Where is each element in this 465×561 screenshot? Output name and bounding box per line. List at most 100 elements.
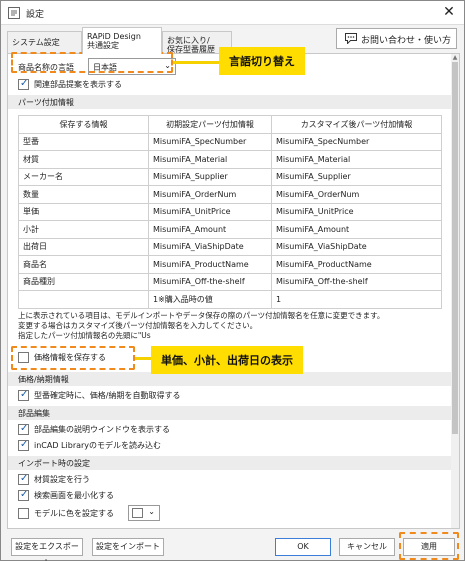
price-callout: 単価、小計、出荷日の表示 — [151, 346, 303, 374]
ok-button[interactable]: OK — [275, 538, 331, 556]
default-attribute-cell: MisumiFA_ViaShipDate — [148, 237, 272, 256]
window-title: 設定 — [26, 10, 45, 20]
default-attribute-cell: 1※購入品時の値 — [148, 290, 272, 309]
custom-attribute-cell[interactable]: 1 — [271, 290, 442, 309]
note-line: 指定したパーツ付加情報名の先頭に"Us — [18, 331, 151, 340]
info-name-cell: メーカー名 — [18, 167, 149, 186]
tab-label: RAPiD Design 共通設定 — [87, 32, 141, 50]
default-attribute-cell: MisumiFA_Material — [148, 150, 272, 169]
table-row: 商品名 MisumiFA_ProductName MisumiFA_ProductN… — [18, 255, 442, 274]
auto-fetch-label: 型番確定時に、価格/納期を自動取得する — [34, 391, 181, 400]
default-attribute-cell: MisumiFA_Supplier — [148, 167, 272, 186]
default-attribute-cell: MisumiFA_Amount — [148, 220, 272, 239]
table-header-row: 保存する情報 初期設定パーツ付加情報 カスタマイズ後パーツ付加情報 — [18, 115, 442, 134]
section-title: インポート時の設定 — [18, 459, 90, 468]
table-row: メーカー名 MisumiFA_Supplier MisumiFA_Supplier — [18, 167, 442, 186]
scroll-up-icon[interactable]: ▲ — [451, 54, 459, 62]
custom-attribute-cell[interactable]: MisumiFA_ProductName — [271, 255, 442, 274]
tab-system-settings[interactable]: システム設定 — [7, 31, 82, 53]
import-section-header: インポート時の設定 — [8, 456, 451, 470]
custom-attribute-cell[interactable]: MisumiFA_Material — [271, 150, 442, 169]
chevron-down-icon: ⌄ — [148, 507, 155, 516]
info-name-cell: 材質 — [18, 150, 149, 169]
custom-attribute-cell[interactable]: MisumiFA_ViaShipDate — [271, 237, 442, 256]
settings-app-icon — [8, 7, 20, 19]
export-settings-button[interactable]: 設定をエクスポート — [11, 538, 83, 561]
table-row: 材質 MisumiFA_Material MisumiFA_Material — [18, 150, 442, 169]
table-row: 出荷日 MisumiFA_ViaShipDate MisumiFA_ViaShipD… — [18, 237, 442, 256]
tab-label: システム設定 — [12, 38, 60, 47]
import-settings-button[interactable]: 設定をインポート — [92, 538, 164, 556]
tab-label: お気に入り/ 保存型番履歴 — [167, 36, 215, 54]
section-title: 部品編集 — [18, 409, 50, 418]
default-attribute-cell: MisumiFA_SpecNumber — [148, 132, 272, 151]
apply-button[interactable]: 適用 — [403, 538, 455, 556]
note-line: 変更する場合はカスタマイズ後パーツ付加情報名を入力してください。 — [18, 321, 258, 330]
language-highlight — [11, 52, 173, 73]
price-section-header: 価格/納期情報 — [8, 372, 451, 386]
show-related-checkbox[interactable] — [18, 78, 29, 90]
title-bar: 設定 ✕ — [1, 1, 464, 25]
info-name-cell: 単価 — [18, 202, 149, 221]
show-help-checkbox[interactable] — [18, 423, 29, 435]
info-name-cell: 小計 — [18, 220, 149, 239]
custom-attribute-cell[interactable]: MisumiFA_OrderNum — [271, 185, 442, 204]
support-button-label: お問い合わせ・使い方 — [361, 36, 452, 46]
info-name-cell — [18, 290, 149, 309]
close-icon[interactable]: ✕ — [440, 4, 458, 22]
scrollbar-thumb[interactable] — [452, 62, 458, 434]
color-swatch — [132, 508, 143, 518]
minimize-search-checkbox[interactable] — [18, 489, 29, 501]
language-callout: 言語切り替え — [219, 47, 305, 75]
table-row: 単価 MisumiFA_UnitPrice MisumiFA_UnitPrice — [18, 202, 442, 221]
table-row: 型番 MisumiFA_SpecNumber MisumiFA_SpecNumber — [18, 132, 442, 151]
info-name-cell: 型番 — [18, 132, 149, 151]
parts-section-header: パーツ付加情報 — [8, 95, 451, 109]
table-row: 数量 MisumiFA_OrderNum MisumiFA_OrderNum — [18, 185, 442, 204]
show-related-label: 関連部品提案を表示する — [34, 80, 122, 89]
chat-icon — [345, 33, 357, 47]
table-row: 商品種別 MisumiFA_Off-the-shelf MisumiFA_Off-t… — [18, 272, 442, 291]
table-row: 小計 MisumiFA_Amount MisumiFA_Amount — [18, 220, 442, 239]
settings-window: 設定 ✕ システム設定 RAPiD Design 共通設定 お気に入り/ 保存型… — [0, 0, 465, 561]
default-attribute-cell: MisumiFA_UnitPrice — [148, 202, 272, 221]
info-name-cell: 商品種別 — [18, 272, 149, 291]
custom-attribute-cell[interactable]: MisumiFA_UnitPrice — [271, 202, 442, 221]
column-header: 保存する情報 — [18, 115, 149, 134]
column-header: 初期設定パーツ付加情報 — [148, 115, 272, 134]
model-color-checkbox[interactable] — [18, 508, 29, 519]
support-button[interactable]: お問い合わせ・使い方 — [336, 28, 457, 49]
model-color-label: モデルに色を設定する — [34, 509, 114, 518]
note-line: 上に表示されている項目は、モデルインポートやデータ保存の際のパーツ付加情報名を任… — [18, 311, 385, 320]
default-attribute-cell: MisumiFA_Off-the-shelf — [148, 272, 272, 291]
attribute-table: 保存する情報 初期設定パーツ付加情報 カスタマイズ後パーツ付加情報 型番 Misu… — [18, 115, 442, 309]
custom-attribute-cell[interactable]: MisumiFA_SpecNumber — [271, 132, 442, 151]
custom-attribute-cell[interactable]: MisumiFA_Supplier — [271, 167, 442, 186]
material-setting-checkbox[interactable] — [18, 473, 29, 485]
settings-panel: 商品名称の言語 日本語 ⌄ 関連部品提案を表示する パーツ付加情報 保存する情報… — [7, 53, 460, 529]
section-title: 価格/納期情報 — [18, 375, 69, 384]
default-attribute-cell: MisumiFA_ProductName — [148, 255, 272, 274]
material-setting-label: 材質設定を行う — [34, 475, 90, 484]
edit-section-header: 部品編集 — [8, 406, 451, 420]
section-title: パーツ付加情報 — [18, 98, 74, 107]
vertical-scrollbar[interactable]: ▲ — [451, 54, 459, 528]
show-help-label: 部品編集の説明ウインドウを表示する — [34, 425, 170, 434]
info-name-cell: 数量 — [18, 185, 149, 204]
language-connector — [173, 61, 223, 64]
minimize-search-label: 検索画面を最小化する — [34, 491, 114, 500]
info-name-cell: 出荷日 — [18, 237, 149, 256]
load-incad-checkbox[interactable] — [18, 439, 29, 451]
auto-fetch-checkbox[interactable] — [18, 389, 29, 401]
load-incad-label: inCAD Libraryのモデルを読み込む — [34, 441, 162, 450]
table-row: 1※購入品時の値 1 — [18, 290, 442, 309]
custom-attribute-cell[interactable]: MisumiFA_Amount — [271, 220, 442, 239]
default-attribute-cell: MisumiFA_OrderNum — [148, 185, 272, 204]
price-highlight — [11, 346, 135, 370]
color-select[interactable]: ⌄ — [128, 505, 160, 521]
cancel-button[interactable]: キャンセル — [339, 538, 395, 556]
info-name-cell: 商品名 — [18, 255, 149, 274]
column-header: カスタマイズ後パーツ付加情報 — [271, 115, 442, 134]
tab-rapid-design[interactable]: RAPiD Design 共通設定 — [82, 27, 162, 54]
custom-attribute-cell[interactable]: MisumiFA_Off-the-shelf — [271, 272, 442, 291]
